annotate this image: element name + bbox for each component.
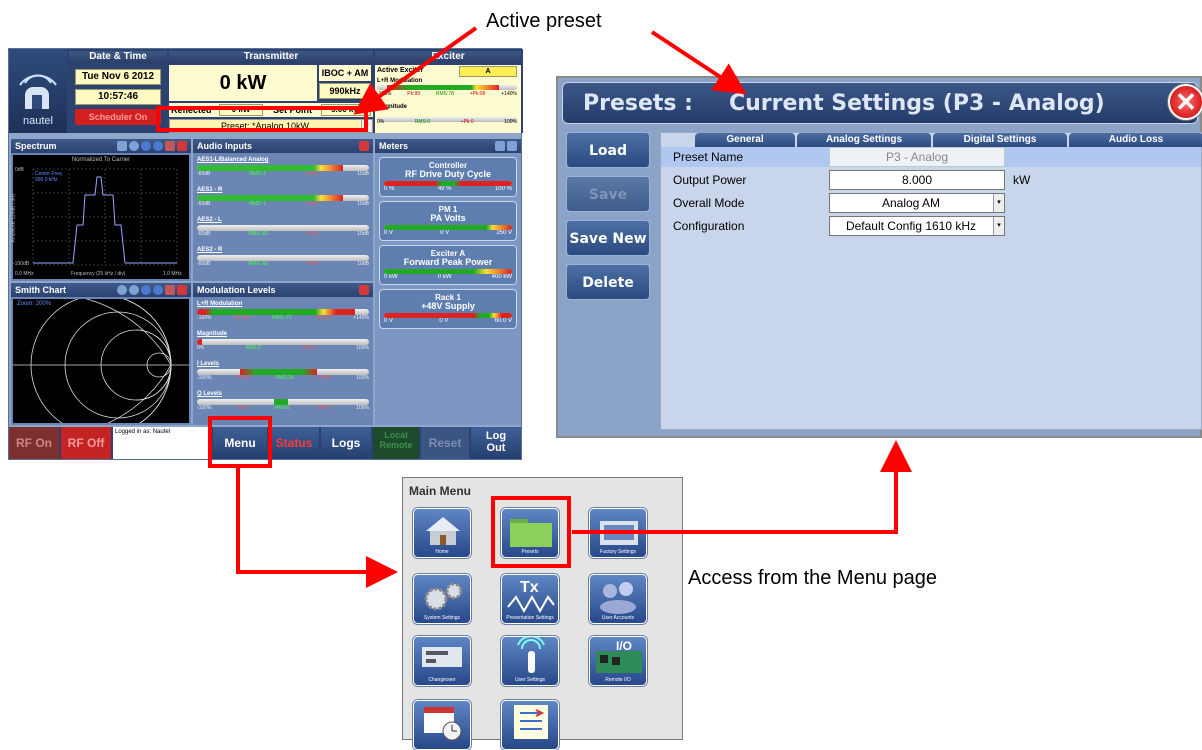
arrow-to-presets-title	[650, 30, 747, 95]
arrow-menu-to-main-menu	[236, 468, 398, 588]
arrow-presets-icon-to-screen	[572, 440, 912, 534]
callout-arrows	[236, 26, 912, 588]
arrow-to-preset	[353, 26, 478, 115]
